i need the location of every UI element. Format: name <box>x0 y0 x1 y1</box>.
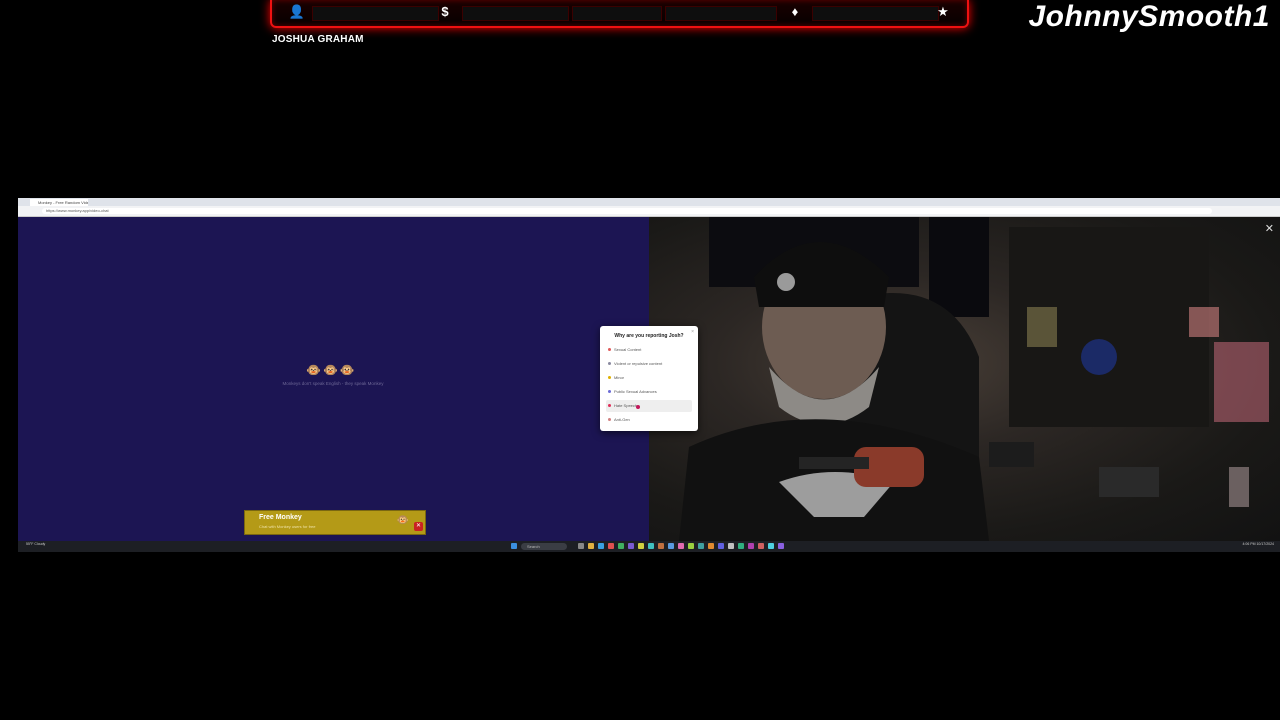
app-icon[interactable] <box>758 543 764 549</box>
reason-dot-icon <box>608 376 611 380</box>
report-reason-option[interactable]: Hate Speech <box>606 400 692 412</box>
reason-dot-icon <box>608 348 611 352</box>
windows-taskbar: 55°F Cloudy Search 4:06 PM 10/17/2024 <box>18 541 1280 552</box>
ad-subtitle: Chat with Monkey users for free <box>259 524 316 529</box>
browser-toolbar: https://www.monkey.app/video-chat <box>18 206 1280 217</box>
app-icon[interactable] <box>618 543 624 549</box>
webcam-video: ✕ <box>649 217 1280 541</box>
browser-tab-strip: Monkey - Free Random Video Chat <box>18 198 1280 206</box>
modal-title: Why are you reporting Josh? <box>614 333 684 339</box>
app-icon[interactable] <box>718 543 724 549</box>
weather-widget[interactable]: 55°F Cloudy <box>26 542 45 547</box>
file-explorer-icon[interactable] <box>588 543 594 549</box>
overlay-bar-segment <box>312 6 439 21</box>
report-reason-option[interactable]: Violent or repulsive content <box>606 358 692 370</box>
address-bar[interactable]: https://www.monkey.app/video-chat <box>42 208 1212 214</box>
app-icon[interactable] <box>628 543 634 549</box>
app-icon[interactable] <box>668 543 674 549</box>
taskbar-search-input[interactable]: Search <box>521 543 567 550</box>
tagline: Monkeys don't speak English - they speak… <box>282 381 384 386</box>
mouse-cursor <box>636 405 640 409</box>
report-reason-option[interactable]: Sexual Content <box>606 344 692 356</box>
start-icon[interactable] <box>511 543 517 549</box>
app-icon[interactable] <box>688 543 694 549</box>
modal-close-button[interactable]: × <box>691 329 694 335</box>
app-icon[interactable] <box>778 543 784 549</box>
dollar-icon: $ <box>441 4 449 19</box>
overlay-bar-segment <box>572 6 662 21</box>
web-page: 🐵🐵🐵 Monkeys don't speak English - they s… <box>18 217 1280 541</box>
reason-dot-icon <box>608 418 611 422</box>
star-icon: ★ <box>937 4 949 19</box>
waiting-pane: 🐵🐵🐵 Monkeys don't speak English - they s… <box>18 217 649 541</box>
ad-banner[interactable]: Free Monkey Chat with Monkey users for f… <box>244 510 426 535</box>
app-icon[interactable] <box>698 543 704 549</box>
ad-title: Free Monkey <box>259 514 302 521</box>
user-icon: 👤 <box>288 4 306 19</box>
app-icon[interactable] <box>608 543 614 549</box>
caption-name: JOSHUA GRAHAM <box>272 34 364 45</box>
app-icon[interactable] <box>768 543 774 549</box>
streamer-name: JohnnySmooth1 <box>1028 0 1270 33</box>
close-icon[interactable]: ✕ <box>1265 222 1274 235</box>
ad-close-button[interactable]: ✕ <box>414 522 423 531</box>
taskbar-clock[interactable]: 4:06 PM 10/17/2024 <box>1242 542 1274 547</box>
monkey-face-icon: 🐵 <box>396 515 409 526</box>
reason-dot-icon <box>608 390 611 394</box>
overlay-top-bar: 👤 $ ♦ ★ <box>270 0 969 28</box>
app-icon[interactable] <box>658 543 664 549</box>
monkey-emoji-icon: 🐵🐵🐵 <box>306 363 357 377</box>
overlay-bar-segment <box>665 6 777 21</box>
reason-dot-icon <box>608 362 611 366</box>
app-icon[interactable] <box>728 543 734 549</box>
reason-dot-icon <box>608 404 611 408</box>
app-icon[interactable] <box>648 543 654 549</box>
app-icon[interactable] <box>738 543 744 549</box>
task-view-icon[interactable] <box>578 543 584 549</box>
report-reason-option[interactable]: Public Sexual Advances <box>606 386 692 398</box>
webcam-person-image <box>679 217 1269 541</box>
overlay-bar-segment <box>462 6 569 21</box>
report-reason-option[interactable]: Anti-Gen <box>606 414 692 426</box>
diamond-icon: ♦ <box>791 4 799 19</box>
captured-desktop: Monkey - Free Random Video Chat https://… <box>18 198 1280 552</box>
overlay-bar-segment <box>812 6 939 21</box>
app-icon[interactable] <box>678 543 684 549</box>
app-icon[interactable] <box>638 543 644 549</box>
report-reason-option[interactable]: Minor <box>606 372 692 384</box>
browser-tab[interactable]: Monkey - Free Random Video Chat <box>30 199 88 206</box>
edge-icon[interactable] <box>598 543 604 549</box>
app-icon[interactable] <box>708 543 714 549</box>
app-icon[interactable] <box>748 543 754 549</box>
report-modal: Why are you reporting Josh? × Sexual Con… <box>600 326 698 431</box>
